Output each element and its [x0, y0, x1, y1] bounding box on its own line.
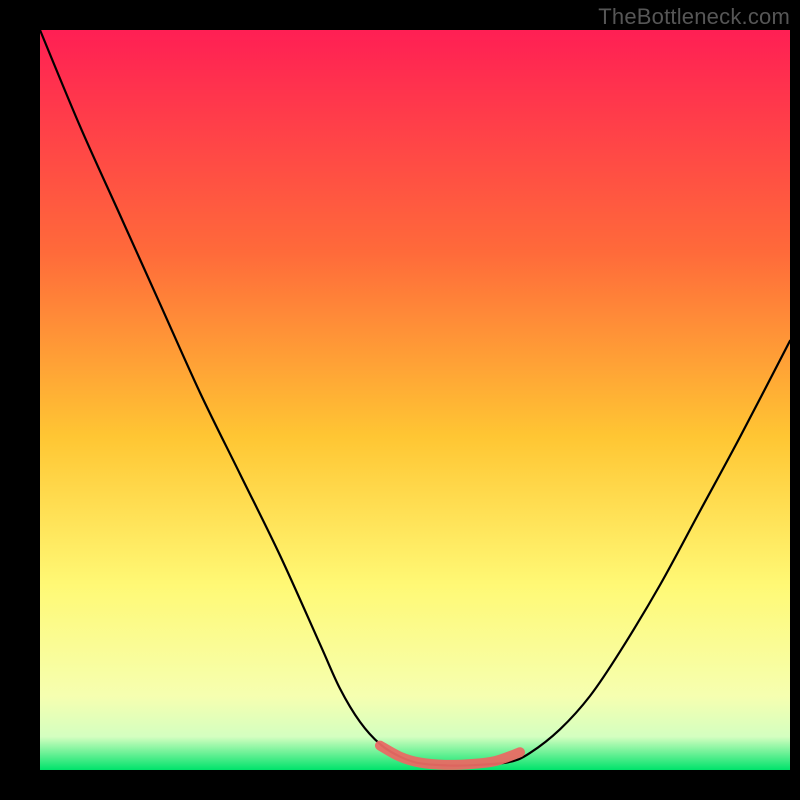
chart-frame: TheBottleneck.com	[0, 0, 800, 800]
gradient-background	[40, 30, 790, 770]
watermark-label: TheBottleneck.com	[598, 4, 790, 30]
bottleneck-plot	[0, 0, 800, 800]
